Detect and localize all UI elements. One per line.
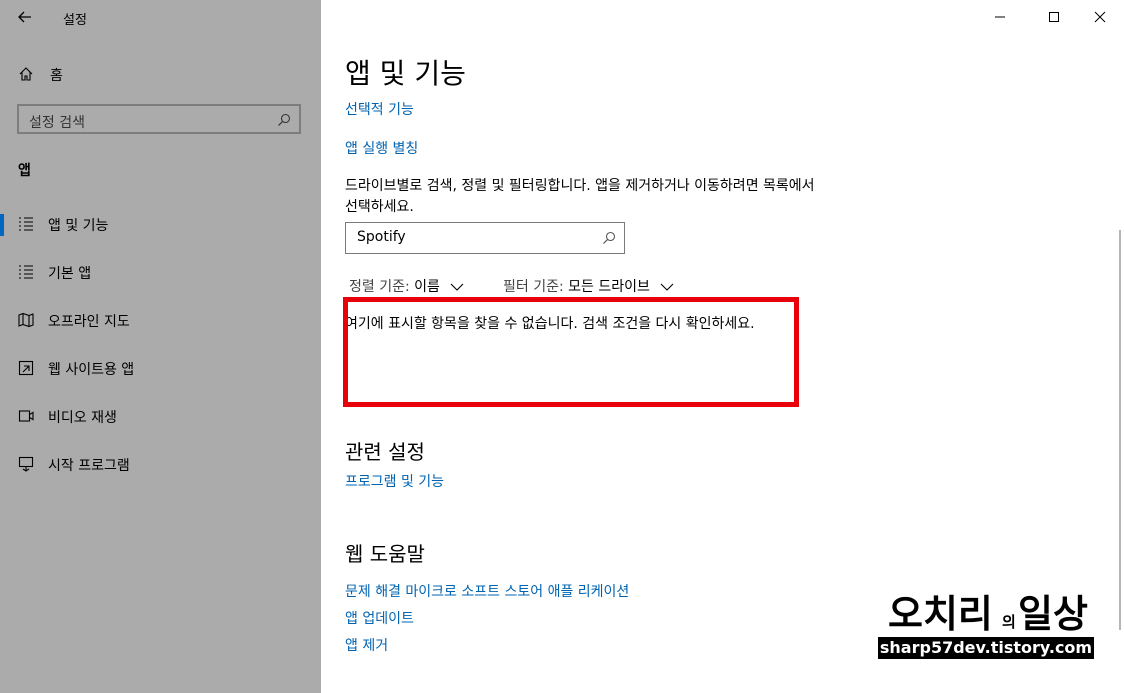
sidebar-item-label: 시작 프로그램	[48, 458, 130, 474]
minimize-icon	[995, 16, 1005, 18]
selection-indicator	[0, 214, 4, 236]
filter-by-dropdown[interactable]: 필터 기준: 모든 드라이브	[503, 276, 674, 296]
maximize-button[interactable]	[1031, 0, 1077, 34]
svg-text:의: 의	[1002, 613, 1016, 631]
back-arrow-icon	[18, 11, 31, 23]
help-link-store-troubleshoot[interactable]: 문제 해결 마이크로 소프트 스토어 애플 리케이션	[345, 581, 629, 601]
sidebar-item-label: 기본 앱	[48, 266, 92, 282]
app-execution-aliases-link[interactable]: 앱 실행 별칭	[345, 138, 418, 158]
sidebar-home-label: 홈	[50, 68, 63, 84]
title-bar: 설정	[0, 0, 321, 34]
apps-description: 드라이브별로 검색, 정렬 및 필터링합니다. 앱을 제거하거나 이동하려면 목…	[345, 178, 815, 215]
watermark-url: sharp57dev.tistory.com	[878, 637, 1094, 659]
sidebar-item-label: 웹 사이트용 앱	[48, 362, 135, 378]
apps-for-websites-icon	[18, 360, 34, 376]
sidebar-item-label: 앱 및 기능	[48, 218, 109, 234]
watermark: 오치리 의 일상 sharp57dev.tistory.com	[878, 591, 1094, 663]
settings-window: 설정 홈 설정 검색 앱 앱 및 기능 기본 앱 오프라인 지도 웹 사이트용 …	[0, 0, 1124, 693]
search-icon	[603, 231, 616, 244]
chevron-down-icon	[660, 283, 674, 291]
chevron-down-icon	[450, 283, 464, 291]
help-link-app-removal[interactable]: 앱 제거	[345, 635, 388, 655]
web-help-title: 웹 도움말	[345, 542, 425, 566]
search-icon	[278, 113, 291, 126]
sidebar-item-default-apps[interactable]: 기본 앱	[0, 252, 321, 292]
sort-by-value: 이름	[414, 279, 440, 295]
settings-search-placeholder: 설정 검색	[29, 115, 85, 131]
page-title: 앱 및 기능	[345, 57, 466, 90]
minimize-button[interactable]	[977, 0, 1023, 34]
app-list-search-input[interactable]: Spotify	[345, 222, 625, 254]
sidebar-item-label: 비디오 재생	[48, 410, 117, 426]
related-settings-title: 관련 설정	[345, 440, 425, 464]
sidebar-item-video-playback[interactable]: 비디오 재생	[0, 396, 321, 436]
sidebar-item-label: 오프라인 지도	[48, 314, 130, 330]
filter-by-label: 필터 기준:	[503, 279, 564, 295]
sidebar-item-offline-maps[interactable]: 오프라인 지도	[0, 300, 321, 340]
sort-by-label: 정렬 기준:	[349, 279, 410, 295]
sidebar-item-home[interactable]: 홈	[0, 60, 321, 88]
offline-maps-icon	[18, 312, 34, 328]
app-title: 설정	[63, 13, 87, 28]
settings-search-input[interactable]: 설정 검색	[17, 104, 301, 134]
programs-features-link[interactable]: 프로그램 및 기능	[345, 471, 444, 491]
sidebar-item-apps-features[interactable]: 앱 및 기능	[0, 204, 321, 244]
red-highlight-box	[343, 297, 799, 407]
startup-icon	[18, 456, 34, 472]
apps-features-icon	[19, 217, 33, 231]
sidebar: 설정 홈 설정 검색 앱 앱 및 기능 기본 앱 오프라인 지도 웹 사이트용 …	[0, 0, 321, 693]
sidebar-item-apps-for-websites[interactable]: 웹 사이트용 앱	[0, 348, 321, 388]
home-icon	[19, 67, 33, 81]
back-button[interactable]	[14, 6, 36, 28]
filter-by-value: 모든 드라이브	[568, 279, 650, 295]
sidebar-item-startup[interactable]: 시작 프로그램	[0, 444, 321, 484]
sort-by-dropdown[interactable]: 정렬 기준: 이름	[349, 276, 464, 296]
close-button[interactable]	[1077, 0, 1123, 34]
default-apps-icon	[19, 265, 33, 279]
app-search-value: Spotify	[357, 229, 406, 245]
scrollbar[interactable]	[1119, 230, 1121, 630]
watermark-logo: 오치리 의 일상	[887, 591, 1089, 635]
maximize-icon	[1049, 12, 1059, 22]
sidebar-section-title: 앱	[18, 163, 31, 179]
help-link-app-updates[interactable]: 앱 업데이트	[345, 608, 414, 628]
optional-features-link[interactable]: 선택적 기능	[345, 99, 414, 119]
video-playback-icon	[18, 410, 34, 422]
svg-text:오치리: 오치리	[888, 592, 993, 635]
close-icon	[1094, 11, 1106, 23]
main-content: 앱 및 기능 선택적 기능 앱 실행 별칭 드라이브별로 검색, 정렬 및 필터…	[321, 0, 1124, 693]
svg-text:일상: 일상	[1018, 592, 1088, 635]
